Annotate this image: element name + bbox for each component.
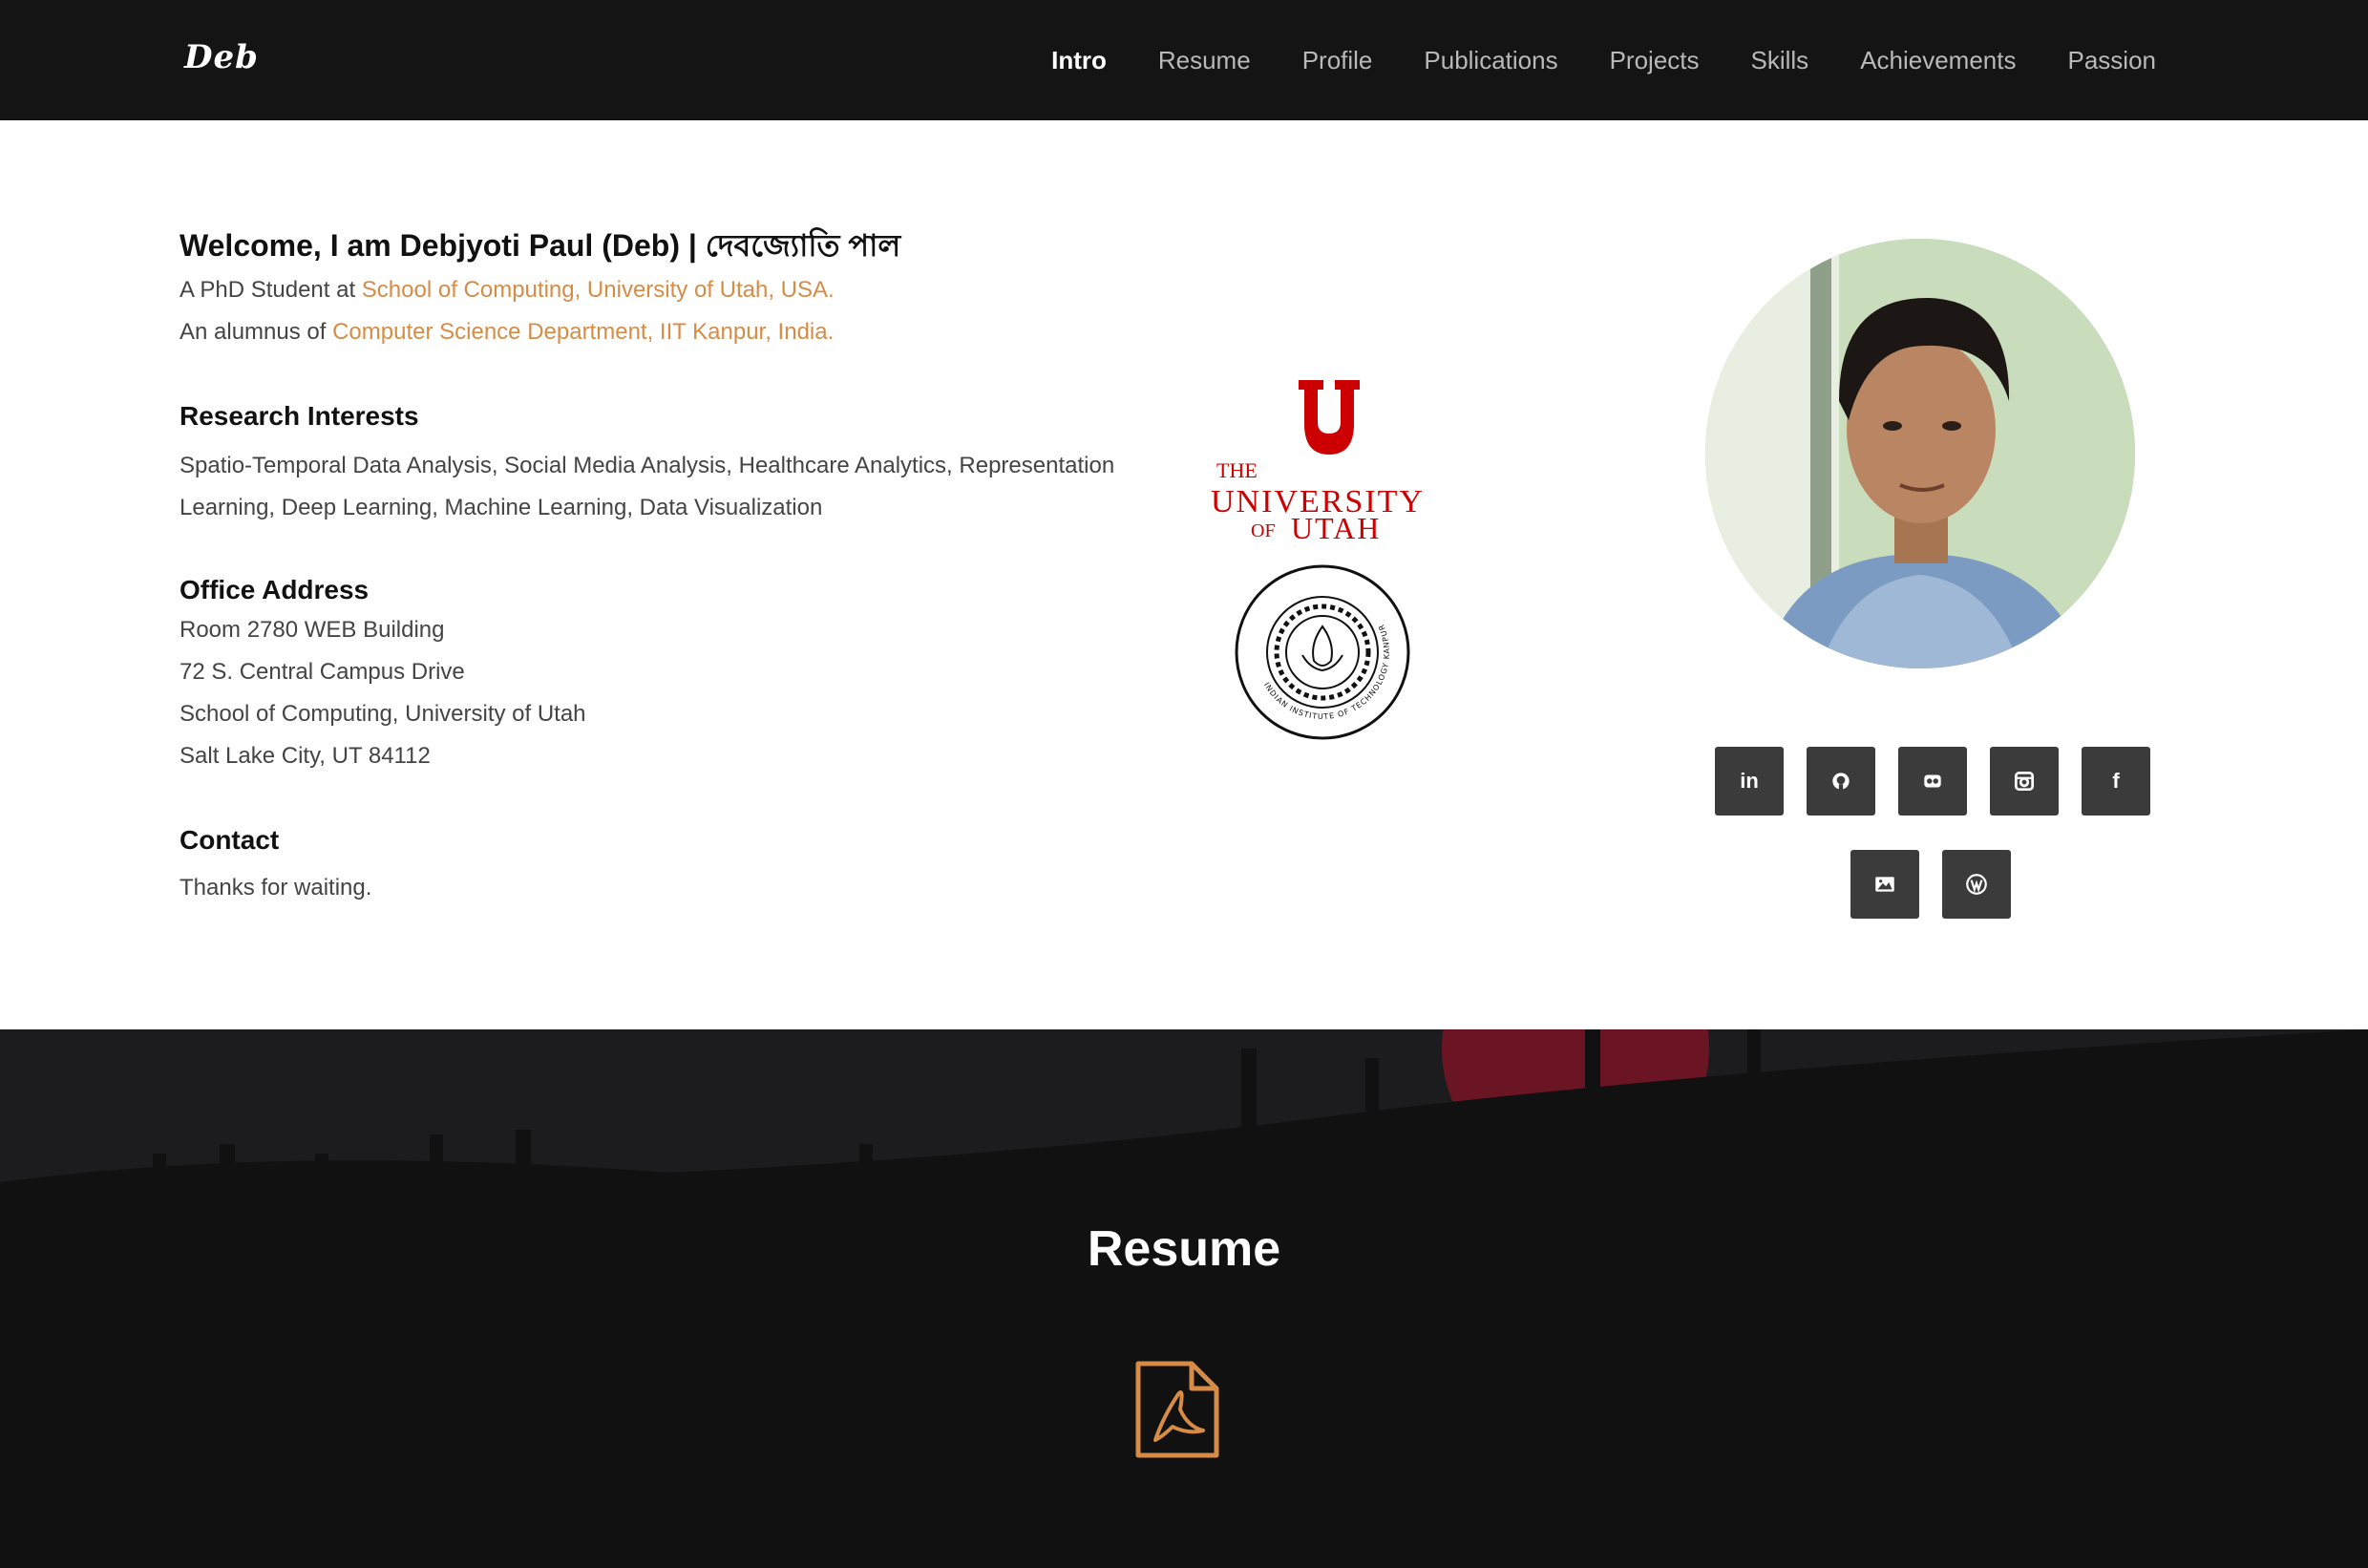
research-heading: Research Interests: [180, 401, 419, 431]
office-line: School of Computing, University of Utah: [180, 701, 586, 727]
office-heading: Office Address: [180, 575, 370, 604]
github-icon: [1832, 773, 1850, 791]
research-text-2: Learning, Deep Learning, Machine Learnin…: [180, 495, 823, 520]
brand-logo[interactable]: Deb: [184, 38, 259, 76]
alum-institution-link[interactable]: Computer Science Department, IIT Kanpur,…: [332, 319, 834, 345]
navbar: Deb Intro Resume Profile Publications Pr…: [0, 0, 2368, 120]
office-line: Salt Lake City, UT 84112: [180, 743, 431, 769]
university-of-utah-logo: THE UNIVERSITY OF UTAH: [1211, 380, 1423, 540]
nav-item-achievements[interactable]: Achievements: [1860, 46, 2016, 75]
pdf-download-icon[interactable]: [1134, 1360, 1220, 1459]
office-line: 72 S. Central Campus Drive: [180, 659, 465, 685]
phd-line: A PhD Student at School of Computing, Un…: [180, 277, 835, 304]
intro-section: Welcome, I am Debjyoti Paul (Deb) | দেবজ…: [0, 120, 2368, 1029]
svg-text:OF: OF: [1251, 520, 1276, 540]
resume-background-silhouette: [0, 1029, 2368, 1568]
instagram-icon: [2014, 771, 2035, 792]
social-links-row-2: [1850, 850, 2011, 919]
svg-text:THE: THE: [1216, 458, 1258, 482]
resume-title: Resume: [1087, 1221, 1281, 1277]
nav-item-projects[interactable]: Projects: [1610, 46, 1700, 75]
research-text-1: Spatio-Temporal Data Analysis, Social Me…: [180, 453, 1115, 478]
nav-item-skills[interactable]: Skills: [1751, 46, 1809, 75]
linkedin-icon: in: [1740, 769, 1759, 793]
nav-item-intro[interactable]: Intro: [1051, 46, 1107, 75]
nav-item-passion[interactable]: Passion: [2068, 46, 2157, 75]
facebook-button[interactable]: f: [2082, 747, 2150, 816]
wordpress-button[interactable]: [1942, 850, 2011, 919]
github-button[interactable]: [1807, 747, 1875, 816]
nav-item-resume[interactable]: Resume: [1158, 46, 1251, 75]
instagram-button[interactable]: [1990, 747, 2059, 816]
nav-item-profile[interactable]: Profile: [1302, 46, 1373, 75]
svg-text:UTAH: UTAH: [1291, 511, 1381, 540]
profile-photo: [1705, 239, 2135, 668]
alum-prefix: An alumnus of: [180, 319, 333, 345]
contact-text: Thanks for waiting.: [180, 875, 372, 901]
welcome-heading: Welcome, I am Debjyoti Paul (Deb) | দেবজ…: [180, 228, 901, 263]
nav-menu: Intro Resume Profile Publications Projec…: [1051, 0, 2156, 120]
facebook-icon: f: [2112, 769, 2120, 793]
phd-prefix: A PhD Student at: [180, 277, 362, 303]
alumnus-line: An alumnus of Computer Science Departmen…: [180, 319, 834, 346]
social-links-row-1: in f: [1715, 747, 2150, 816]
wordpress-icon: [1966, 874, 1987, 895]
phd-institution-link[interactable]: School of Computing, University of Utah,…: [362, 277, 835, 303]
gallery-button[interactable]: [1850, 850, 1919, 919]
contact-heading: Contact: [180, 825, 280, 855]
linkedin-button[interactable]: in: [1715, 747, 1784, 816]
flickr-button[interactable]: [1898, 747, 1967, 816]
iit-kanpur-seal: INDIAN INSTITUTE OF TECHNOLOGY KANPUR: [1235, 564, 1410, 740]
flickr-icon: [1924, 774, 1941, 788]
office-line: Room 2780 WEB Building: [180, 617, 445, 643]
nav-item-publications[interactable]: Publications: [1424, 46, 1557, 75]
resume-section: Resume: [0, 1029, 2368, 1568]
gallery-icon: [1875, 877, 1894, 892]
